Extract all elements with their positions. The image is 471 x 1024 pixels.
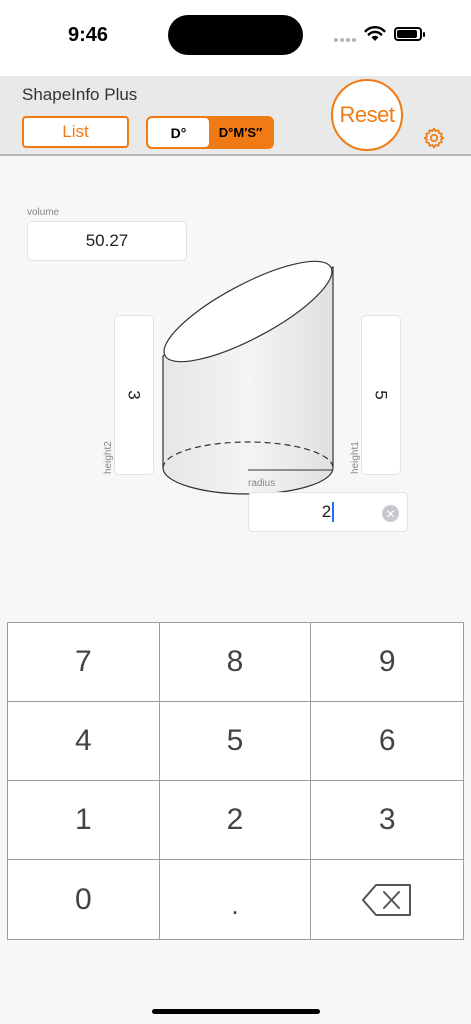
key-decimal[interactable]: . <box>159 860 312 939</box>
segment-degrees[interactable]: D° <box>148 118 209 147</box>
key-4[interactable]: 4 <box>8 702 160 781</box>
radius-value: 2 <box>321 502 332 521</box>
segment-degrees-minutes-seconds[interactable]: D°M′S″ <box>209 118 272 147</box>
dynamic-island <box>168 15 303 55</box>
key-2[interactable]: 2 <box>159 781 312 860</box>
list-button[interactable]: List <box>22 116 129 148</box>
angle-mode-segmented-control[interactable]: D° D°M′S″ <box>146 116 274 149</box>
key-5[interactable]: 5 <box>159 702 312 781</box>
wifi-icon <box>364 26 386 41</box>
truncated-cylinder-diagram <box>162 260 334 495</box>
radius-label: radius <box>248 478 276 489</box>
status-time: 9:46 <box>68 24 109 46</box>
radius-input[interactable]: 2 ✕ <box>248 492 408 532</box>
text-cursor <box>332 502 335 522</box>
height1-label: height1 <box>350 441 361 474</box>
key-8[interactable]: 8 <box>159 623 312 702</box>
backspace-icon <box>362 883 412 916</box>
height2-field[interactable]: 3 <box>114 315 154 475</box>
volume-value: 50.27 <box>85 231 129 250</box>
clear-icon[interactable]: ✕ <box>382 505 399 522</box>
reset-button[interactable]: Reset <box>331 79 403 151</box>
volume-label: volume <box>27 207 60 218</box>
cellular-signal-icon <box>334 38 358 44</box>
app-title: ShapeInfo Plus <box>22 85 138 104</box>
height2-value: 3 <box>125 390 144 400</box>
number-keypad: 7 8 9 4 5 6 1 2 3 0 . <box>7 622 464 940</box>
gear-icon[interactable] <box>422 126 446 150</box>
key-1[interactable]: 1 <box>8 781 160 860</box>
status-bar: 9:46 <box>0 0 471 76</box>
height1-value: 5 <box>372 390 391 400</box>
key-0[interactable]: 0 <box>8 860 160 939</box>
key-6[interactable]: 6 <box>311 702 463 781</box>
battery-icon <box>394 27 425 41</box>
app-header: ShapeInfo Plus List D° D°M′S″ Reset <box>0 76 471 156</box>
home-indicator <box>152 1009 320 1014</box>
key-7[interactable]: 7 <box>8 623 160 702</box>
key-3[interactable]: 3 <box>311 781 463 860</box>
height2-label: height2 <box>103 441 114 474</box>
key-9[interactable]: 9 <box>311 623 463 702</box>
key-backspace[interactable] <box>311 860 463 939</box>
height1-field[interactable]: 5 <box>361 315 401 475</box>
